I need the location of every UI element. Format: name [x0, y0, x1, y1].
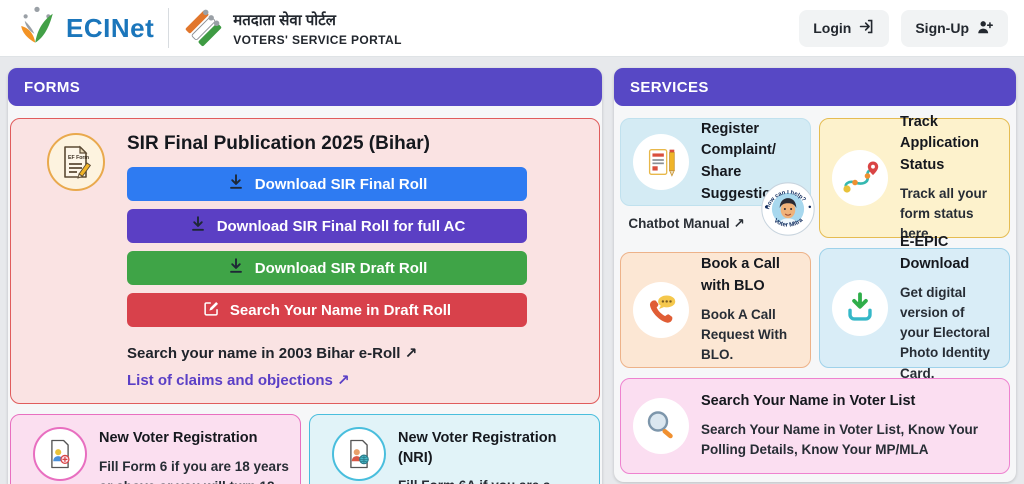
search-icon	[633, 398, 689, 454]
button-label: Download SIR Final Roll	[254, 175, 428, 193]
service-card-description: Search Your Name in Voter List, Know You…	[701, 422, 979, 458]
voter-registration-icon	[33, 427, 87, 481]
eci-logo-icon	[183, 3, 223, 54]
book-call-blo-card[interactable]: Book a Call with BLO Book A Call Request…	[620, 252, 811, 368]
login-button-label: Login	[813, 20, 852, 36]
external-link-icon: ↗	[337, 372, 350, 389]
download-icon	[189, 215, 207, 237]
claims-objections-link[interactable]: List of claims and objections ↗	[127, 371, 350, 389]
reg-card-description: Fill Form 6 if you are 18 years or above…	[99, 458, 289, 484]
signup-button[interactable]: Sign-Up	[901, 9, 1008, 47]
link-label: List of claims and objections	[127, 372, 333, 389]
reg-card-description: Fill Form 6A if you are a	[398, 476, 589, 484]
external-link-icon: ↗	[404, 345, 418, 362]
route-tracking-icon	[832, 150, 888, 206]
service-card-title: Track Application Status	[900, 113, 979, 174]
portal-identity: मतदाता सेवा पोर्टल VOTERS' SERVICE PORTA…	[183, 3, 402, 54]
services-panel-title: SERVICES	[630, 78, 709, 96]
download-icon	[227, 257, 245, 279]
external-link-icon: ↗	[733, 216, 745, 231]
phone-call-icon	[633, 282, 689, 338]
services-panel: SERVICES Register Complaint/ Share Sugge…	[614, 68, 1016, 482]
ef-form-icon: EF Form	[47, 133, 105, 191]
reg-card-title: New Voter Registration	[99, 430, 258, 446]
download-sir-final-roll-button[interactable]: Download SIR Final Roll	[127, 167, 527, 201]
download-sir-draft-roll-button[interactable]: Download SIR Draft Roll	[127, 251, 527, 285]
service-card-description: Book A Call Request With BLO.	[701, 306, 788, 363]
login-icon	[858, 18, 875, 38]
search-name-draft-roll-button[interactable]: Search Your Name in Draft Roll	[127, 293, 527, 327]
service-card-title: Search Your Name in Voter List	[701, 393, 916, 410]
top-bar: ECINet मतदाता सेवा पोर्टल VOTERS' SERVIC…	[0, 0, 1024, 57]
voter-mitra-chatbot-badge[interactable]: How can I help? Voter Mitra	[761, 182, 815, 236]
chatbot-manual-label: Chatbot Manual	[628, 216, 730, 231]
portal-title-english: VOTERS' SERVICE PORTAL	[233, 32, 402, 47]
nri-registration-icon	[332, 427, 386, 481]
brand-name: ECINet	[66, 12, 155, 43]
edit-search-icon	[203, 300, 220, 321]
sir-card-title: SIR Final Publication 2025 (Bihar)	[127, 133, 431, 154]
search-voter-list-card[interactable]: Search Your Name in Voter List Search Yo…	[620, 378, 1010, 474]
download-icon	[227, 173, 245, 195]
download-sir-final-roll-full-ac-button[interactable]: Download SIR Final Roll for full AC	[127, 209, 527, 243]
epic-download-icon	[832, 280, 888, 336]
ecinet-brand[interactable]: ECINet	[16, 4, 154, 53]
person-add-icon	[976, 18, 994, 39]
login-button[interactable]: Login	[799, 9, 890, 47]
new-voter-registration-card[interactable]: New Voter Registration Fill Form 6 if yo…	[10, 414, 301, 484]
portal-title-hindi: मतदाता सेवा पोर्टल	[233, 11, 336, 29]
ef-form-icon-label: EF Form	[68, 155, 89, 161]
services-panel-header: SERVICES	[614, 68, 1016, 106]
ecinet-logo-icon	[16, 4, 58, 53]
forms-panel-title: FORMS	[24, 78, 81, 96]
new-voter-registration-nri-card[interactable]: New Voter Registration (NRI) Fill Form 6…	[309, 414, 600, 484]
service-card-title: E-EPIC Download	[900, 234, 970, 272]
forms-panel-header: FORMS	[8, 68, 602, 106]
header-divider	[168, 8, 170, 48]
bihar-2003-eroll-link[interactable]: Search your name in 2003 Bihar e-Roll ↗	[127, 344, 417, 362]
signup-button-label: Sign-Up	[915, 20, 969, 36]
main-content: FORMS EF Form SIR Final Publication 2025…	[0, 57, 1024, 484]
forms-panel: FORMS EF Form SIR Final Publication 2025…	[8, 68, 602, 484]
e-epic-download-card[interactable]: E-EPIC Download Get digital version of y…	[819, 234, 1010, 381]
sir-final-publication-card: EF Form SIR Final Publication 2025 (Biha…	[10, 118, 600, 404]
service-card-title: Book a Call with BLO	[701, 256, 780, 295]
track-application-status-card[interactable]: Track Application Status Track all your …	[819, 114, 1010, 241]
button-label: Search Your Name in Draft Roll	[229, 301, 452, 319]
complaint-document-icon	[633, 134, 689, 190]
reg-card-title: New Voter Registration (NRI)	[398, 430, 557, 466]
service-card-description: Get digital version of your Electoral Ph…	[900, 284, 991, 381]
link-label: Search your name in 2003 Bihar e-Roll	[127, 345, 401, 362]
button-label: Download SIR Draft Roll	[254, 259, 428, 277]
button-label: Download SIR Final Roll for full AC	[216, 217, 466, 235]
